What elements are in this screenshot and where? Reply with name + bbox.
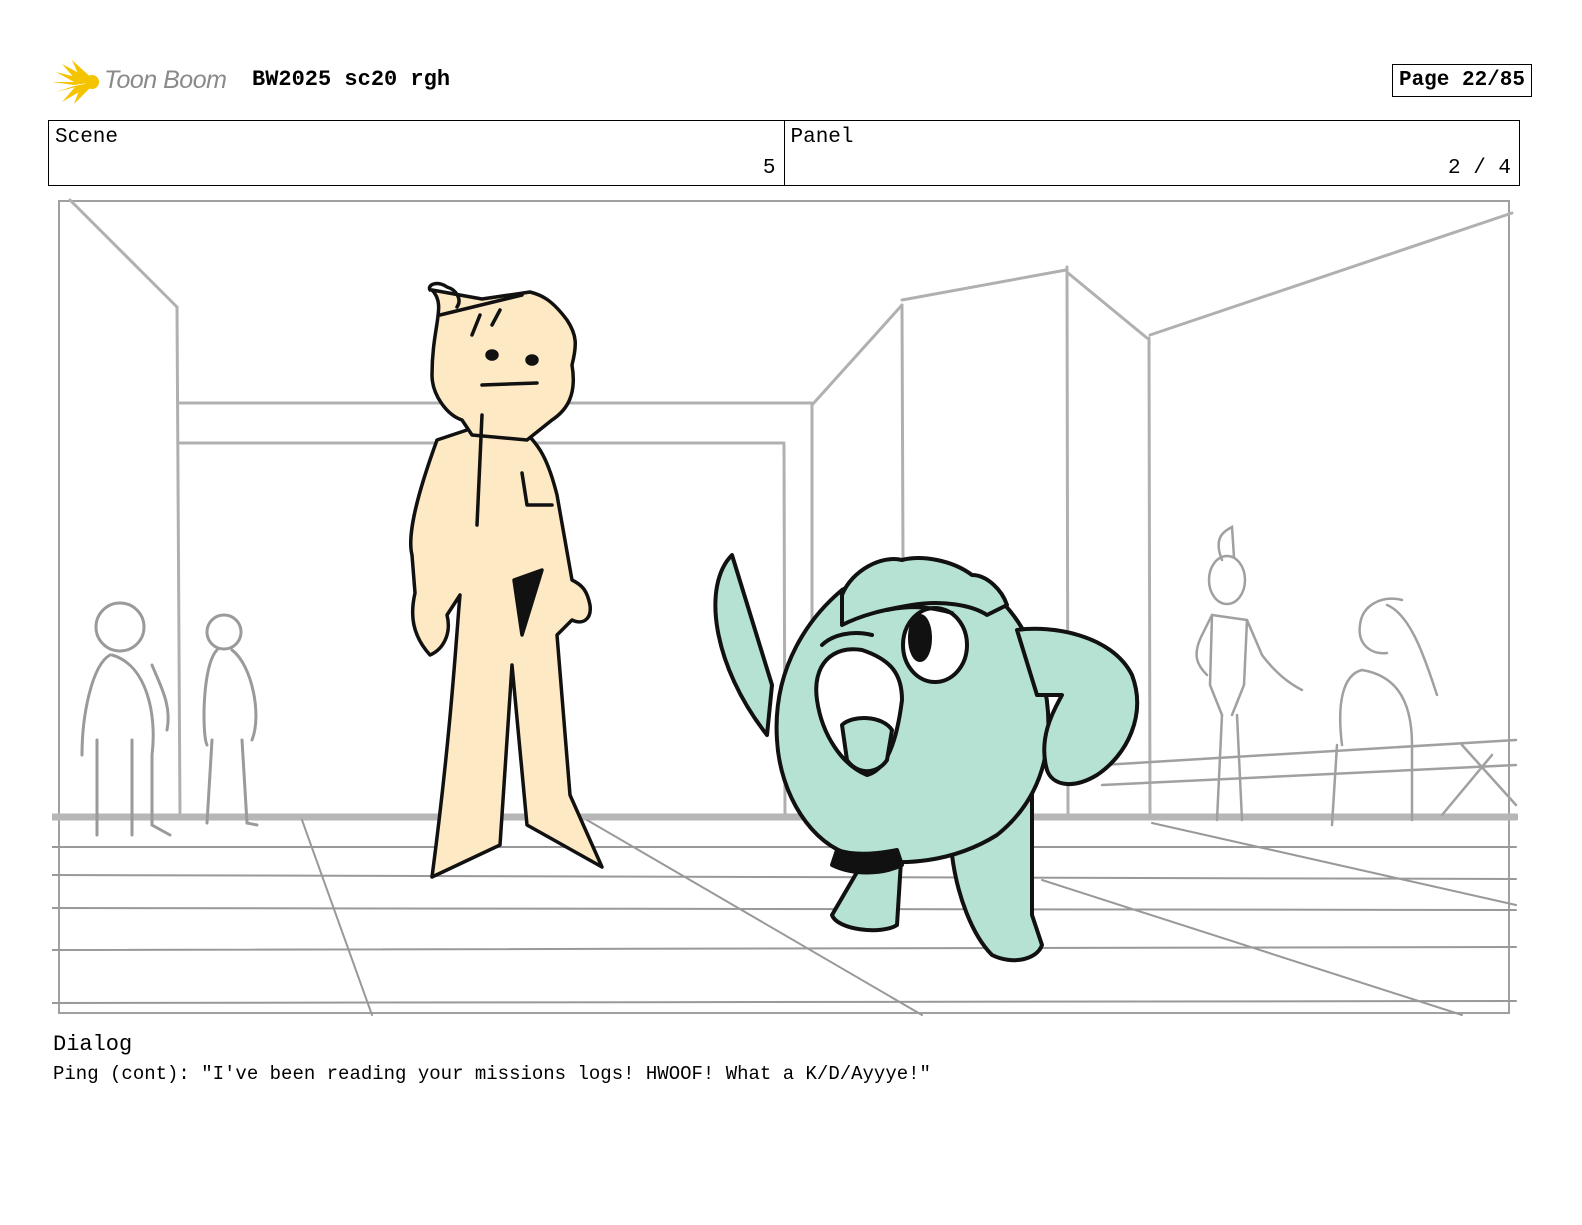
toon-boom-logo: Toon Boom: [52, 58, 242, 106]
panel-label: Panel: [790, 126, 854, 149]
storyboard-drawing: [48, 198, 1520, 1016]
scene-panel-table: Scene 5 Panel 2 / 4: [48, 120, 1520, 186]
document-title: BW2025 sc20 rgh: [252, 67, 451, 92]
background-figures-left: [80, 601, 259, 837]
scene-cell: Scene 5: [49, 121, 784, 185]
page-header: Toon Boom BW2025 sc20 rgh Page 22/85: [52, 55, 1532, 111]
scene-label: Scene: [55, 126, 119, 149]
scene-value: 5: [762, 157, 776, 180]
dialog-text: Ping (cont): "I've been reading your mis…: [53, 1063, 931, 1085]
brand-text: Toon Boom: [104, 66, 227, 94]
panel-cell: Panel 2 / 4: [783, 121, 1520, 185]
background-figures-right: [1100, 524, 1518, 827]
background-sketch: [48, 198, 1520, 1016]
girl-character: [408, 281, 604, 879]
sunburst-icon: [52, 60, 99, 104]
page-indicator: Page 22/85: [1391, 64, 1532, 97]
storyboard-panel: [48, 195, 1520, 1020]
green-creature: [713, 553, 1140, 963]
panel-value: 2 / 4: [1447, 157, 1511, 180]
dialog-label: Dialog: [53, 1032, 133, 1057]
